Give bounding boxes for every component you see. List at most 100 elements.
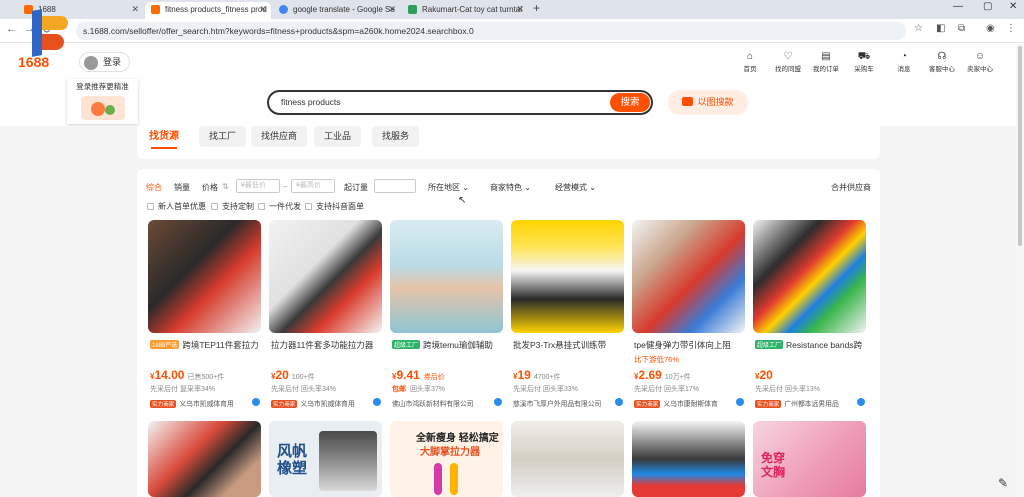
checkbox[interactable]: [258, 203, 265, 210]
business-mode-dropdown[interactable]: 经营模式 ⌄: [555, 182, 596, 193]
product-card[interactable]: 批发P3-Trx悬挂式训练带 ¥19 4700+件 先采后付 回头率33% 慈溪市…: [511, 220, 624, 420]
product-image[interactable]: [511, 421, 624, 497]
product-title: 拉力器11件套多功能拉力器: [271, 340, 374, 350]
scrollbar[interactable]: [1016, 44, 1024, 497]
product-image[interactable]: [148, 421, 261, 497]
checkbox-label: 支持抖音面单: [316, 202, 364, 211]
login-button[interactable]: 登录: [79, 52, 131, 72]
shop-name: 佛山市鸿跃新材料有限公司: [392, 398, 502, 408]
close-tab-icon[interactable]: ✕: [516, 2, 524, 17]
product-rate: 先采后付 回头率13%: [755, 386, 820, 393]
checkbox[interactable]: [211, 203, 218, 210]
chat-icon[interactable]: [373, 398, 381, 406]
site-logo[interactable]: 1688: [17, 2, 77, 72]
product-image[interactable]: [390, 220, 503, 333]
sort-arrows-icon[interactable]: ⇅: [222, 182, 229, 191]
scrollbar-thumb[interactable]: [1018, 46, 1022, 246]
chat-icon[interactable]: [252, 398, 260, 406]
product-rate: 先采后付 回头率34%: [271, 386, 336, 393]
filter-douyin[interactable]: 支持抖音面单: [305, 201, 364, 212]
region-dropdown[interactable]: 所在地区 ⌄: [428, 182, 469, 193]
login-promo-card[interactable]: 登录推荐更精准: [67, 79, 138, 124]
product-rate: 包邮 回头率37%: [392, 386, 446, 393]
filter-new-user[interactable]: 新人首单优惠: [147, 201, 206, 212]
chat-icon[interactable]: [736, 398, 744, 406]
image-search-button[interactable]: 以图搜款: [668, 90, 748, 115]
chat-icon[interactable]: [615, 398, 623, 406]
nav-service[interactable]: ☊ 客服中心: [928, 51, 956, 73]
product-title: 超级工厂 Resistance bands跨: [755, 340, 863, 350]
maximize-icon[interactable]: ▢: [983, 1, 992, 12]
chat-icon[interactable]: [857, 398, 865, 406]
nav-cart[interactable]: ⛟ 采购车: [850, 51, 878, 73]
filter-customization[interactable]: 支持定制: [211, 201, 254, 212]
product-image[interactable]: [148, 220, 261, 333]
product-image[interactable]: [269, 220, 382, 333]
nav-orders[interactable]: ▤ 我的订单: [812, 51, 840, 73]
nav-label: 首页: [743, 66, 757, 73]
checkbox[interactable]: [305, 203, 312, 210]
product-card[interactable]: 1688严选 跨境TEP11件套拉力 ¥14.00 已售500+件 先采后付 复采率…: [148, 220, 261, 420]
sort-price[interactable]: 价格: [202, 182, 218, 193]
product-price: ¥20 100+件: [271, 368, 315, 382]
product-image[interactable]: [632, 421, 745, 497]
product-image[interactable]: [511, 220, 624, 333]
search-input[interactable]: fitness products: [281, 97, 341, 107]
tab-find-goods[interactable]: 找货源: [139, 126, 189, 149]
price-min-input[interactable]: ¥最低价: [236, 179, 280, 193]
sort-sales[interactable]: 销量: [174, 182, 190, 193]
tab-google-translate[interactable]: google translate - Google Se ✕: [273, 2, 400, 19]
dropdown-label: 经营模式: [555, 183, 587, 192]
close-tab-icon[interactable]: ✕: [388, 2, 396, 17]
tab-find-factory[interactable]: 找工厂: [199, 126, 247, 147]
back-icon[interactable]: ←: [6, 23, 17, 35]
nav-label: 我的订单: [813, 66, 839, 73]
moq-input[interactable]: [374, 179, 416, 193]
new-tab-button[interactable]: +: [533, 1, 540, 15]
nav-home[interactable]: ⌂ 首页: [736, 51, 764, 73]
product-image[interactable]: 免穿文胸: [753, 421, 866, 497]
filter-dropship[interactable]: 一件代发: [258, 201, 301, 212]
sort-default[interactable]: 综合: [146, 182, 162, 193]
tab-rakumart[interactable]: Rakumart-Cat toy cat turntal ✕: [402, 2, 528, 19]
search-button[interactable]: 搜索: [610, 93, 650, 112]
product-image[interactable]: 风帆橡塑: [269, 421, 382, 497]
product-image-text: 大脚掌拉力器: [420, 447, 480, 458]
menu-icon[interactable]: ⋮: [1006, 23, 1016, 34]
product-card[interactable]: 超级工厂 跨境temu瑜伽辅助 ¥9.41 券后价 包邮 回头率37% 佛山市鸿跃新材…: [390, 220, 503, 420]
order-icon: ▤: [821, 51, 831, 62]
product-image[interactable]: [753, 220, 866, 333]
promo-image: [80, 96, 125, 120]
price-max-input[interactable]: ¥最高价: [291, 179, 335, 193]
extension-icon[interactable]: ◧: [936, 23, 945, 34]
google-icon: [279, 5, 288, 14]
close-tab-icon[interactable]: ✕: [131, 2, 139, 17]
tab-fitness-products[interactable]: fitness products_fitness prod ✕: [145, 2, 271, 19]
product-card[interactable]: 超级工厂 Resistance bands跨 ¥20 先采后付 回头率13% 实力…: [753, 220, 866, 420]
product-image[interactable]: 全新瘦身 轻松搞定 大脚掌拉力器: [390, 421, 503, 497]
product-card[interactable]: 拉力器11件套多功能拉力器 ¥20 100+件 先采后付 回头率34% 实力商家义…: [269, 220, 382, 420]
nav-alliance[interactable]: ♡ 找的同盟: [774, 51, 802, 73]
tab-industrial[interactable]: 工业品: [314, 126, 362, 147]
product-card[interactable]: tpe健身弹力带引体向上阻 比下游低76% ¥2.69 10万+件 先采后付 回头…: [632, 220, 745, 420]
edit-icon[interactable]: ✎: [998, 476, 1008, 490]
merge-suppliers-toggle[interactable]: 合并供应商: [831, 182, 871, 193]
nav-seller[interactable]: ☺ 卖家中心: [966, 51, 994, 73]
tab-find-supplier[interactable]: 找供应商: [251, 126, 308, 147]
profile-icon[interactable]: ◉: [986, 23, 995, 34]
nav-messages[interactable]: ◔ 消息: [890, 51, 918, 73]
chat-icon[interactable]: [494, 398, 502, 406]
checkbox-label: 新人首单优惠: [158, 202, 206, 211]
browser-tabbar: 1688 ✕ fitness products_fitness prod ✕ g…: [0, 0, 1024, 19]
minimize-icon[interactable]: —: [953, 1, 963, 12]
puzzle-icon[interactable]: ⧉: [958, 23, 965, 34]
product-image[interactable]: [632, 220, 745, 333]
tab-services[interactable]: 找服务: [372, 126, 420, 147]
dropdown-label: 商家特色: [490, 183, 522, 192]
close-window-icon[interactable]: ✕: [1009, 1, 1017, 12]
star-icon[interactable]: ☆: [914, 23, 923, 34]
checkbox[interactable]: [147, 203, 154, 210]
merchant-feature-dropdown[interactable]: 商家特色 ⌄: [490, 182, 531, 193]
url-field[interactable]: s.1688.com/selloffer/offer_search.htm?ke…: [76, 22, 906, 40]
close-tab-icon[interactable]: ✕: [259, 2, 267, 17]
